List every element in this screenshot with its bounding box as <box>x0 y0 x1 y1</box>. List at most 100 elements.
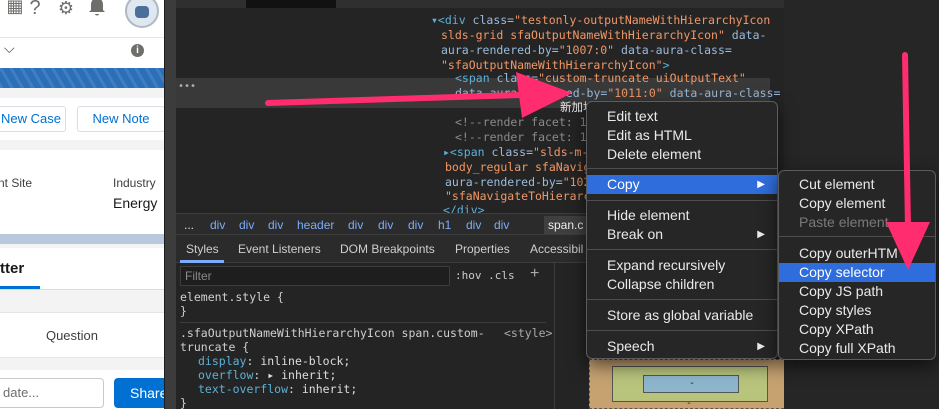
breadcrumb-item-selected[interactable]: span.c <box>544 216 588 234</box>
context-menu: Edit text Edit as HTML Delete element Co… <box>586 101 778 359</box>
menu-item-copy-js-path[interactable]: Copy JS path <box>779 282 935 301</box>
new-case-button[interactable]: New Case <box>0 106 66 132</box>
tab-styles[interactable]: Styles <box>186 242 219 256</box>
css-property[interactable]: display: inline-block; <box>198 354 350 369</box>
record-header: ⌵ i <box>0 38 164 68</box>
gear-icon[interactable]: ⚙ <box>55 0 77 20</box>
breadcrumb-item[interactable]: h1 <box>438 218 451 232</box>
menu-item-edit-text[interactable]: Edit text <box>587 107 777 126</box>
dom-attr: class= <box>496 71 539 85</box>
menu-separator <box>587 168 777 169</box>
breadcrumb-item[interactable]: ... <box>184 218 194 232</box>
breadcrumb-item[interactable]: div <box>268 218 283 232</box>
menu-item-edit-html[interactable]: Edit as HTML <box>587 126 777 145</box>
share-button[interactable]: Share <box>114 378 164 408</box>
menu-item-label: Expand recursively <box>607 257 726 273</box>
hov-cls-toggle[interactable]: :hov .cls <box>455 268 515 283</box>
menu-item-label: Hide element <box>607 207 690 223</box>
question-tab[interactable]: Question <box>0 328 144 343</box>
menu-separator <box>587 299 777 300</box>
rule-selector[interactable]: .sfaOutputNameWithHierarchyIcon span.cus… <box>180 326 485 341</box>
box-model-border: - <box>612 366 768 402</box>
dom-line[interactable]: ▾<div class="testonly-outputNameWithHier… <box>431 13 770 28</box>
menu-item-label: Copy selector <box>799 264 885 280</box>
menu-item-cut-element[interactable]: Cut element <box>779 175 935 194</box>
menu-separator <box>779 236 935 237</box>
css-property-value: inherit; <box>301 382 358 396</box>
dom-line-selected[interactable]: <span class="custom-truncate uiOutputTex… <box>455 71 746 86</box>
breadcrumb-item[interactable]: div <box>348 218 363 232</box>
rule-source-link[interactable]: <style> <box>504 326 552 341</box>
menu-item-copy-styles[interactable]: Copy styles <box>779 301 935 320</box>
bell-icon[interactable] <box>86 0 108 19</box>
menu-item-hide-element[interactable]: Hide element <box>587 206 777 225</box>
devtools-tab-active[interactable] <box>246 0 336 8</box>
menu-separator <box>587 200 777 201</box>
dom-tag: ▸<span <box>443 145 492 159</box>
publisher-input-row: date... Share <box>0 370 164 409</box>
tab-event-listeners[interactable]: Event Listeners <box>238 242 321 256</box>
dom-comment[interactable]: <!--render facet: 10 <box>455 130 593 145</box>
breadcrumb-item[interactable]: div <box>210 218 225 232</box>
menu-item-label: Delete element <box>607 146 702 162</box>
box-model-content: - <box>643 375 739 393</box>
menu-item-copy-xpath[interactable]: Copy XPath <box>779 320 935 339</box>
breadcrumb-item[interactable]: div <box>378 218 393 232</box>
grid-icon[interactable]: ▦ <box>4 0 26 18</box>
menu-item-speech[interactable]: Speech ▶ <box>587 337 777 356</box>
menu-item-collapse-children[interactable]: Collapse children <box>587 275 777 294</box>
dom-value[interactable]: "sfaNavigateToHierarch <box>445 189 597 204</box>
menu-item-copy-outerhtml[interactable]: Copy outerHTM <box>779 244 935 263</box>
tab-dom-breakpoints[interactable]: DOM Breakpoints <box>340 242 435 256</box>
css-property-name: overflow <box>198 368 254 382</box>
new-note-button[interactable]: New Note <box>77 106 164 132</box>
element-style-close: } <box>180 304 187 318</box>
tab-chatter[interactable]: tter <box>0 260 24 277</box>
more-icon[interactable]: ••• <box>178 81 196 92</box>
tab-accessibility[interactable]: Accessibil <box>530 242 583 256</box>
dom-tag: <span <box>455 71 497 85</box>
menu-item-copy[interactable]: Copy ▶ <box>587 175 777 194</box>
dom-value[interactable]: body_regular sfaNavigat <box>445 160 604 175</box>
dom-line[interactable]: slds-grid sfaOutputNameWithHierarchyIcon… <box>441 28 766 43</box>
dom-line[interactable]: aura-rendered-by="102 <box>445 175 590 190</box>
breadcrumb-item[interactable]: div <box>494 218 509 232</box>
menu-item-break-on[interactable]: Break on ▶ <box>587 225 777 244</box>
menu-item-copy-selector[interactable]: Copy selector <box>779 263 935 282</box>
menu-item-copy-full-xpath[interactable]: Copy full XPath <box>779 339 935 358</box>
menu-item-copy-element[interactable]: Copy element <box>779 194 935 213</box>
dom-value: slds-grid sfaOutputNameWithHierarchyIcon… <box>441 28 725 42</box>
rule-selector[interactable]: truncate { <box>180 340 249 355</box>
tab-properties[interactable]: Properties <box>455 242 510 256</box>
css-property-name: text-overflow <box>198 382 289 396</box>
dom-line[interactable]: ▸<span class="slds-m- <box>443 145 588 160</box>
menu-item-label: Copy outerHTM <box>799 245 898 261</box>
element-style-selector[interactable]: element.style { <box>180 290 284 305</box>
rule-close: } <box>180 396 187 409</box>
dom-attr: data-aura-rendered-by= <box>455 86 608 100</box>
dom-value: "testonly-outputNameWithHierarchyIcon <box>514 13 771 27</box>
filter-input[interactable]: Filter <box>180 266 450 286</box>
css-property[interactable]: text-overflow: inherit; <box>198 382 357 397</box>
dom-line[interactable]: aura-rendered-by="1007:0" data-aura-clas… <box>441 43 732 58</box>
menu-item-label: Store as global variable <box>607 307 754 323</box>
avatar[interactable] <box>125 0 159 28</box>
css-property[interactable]: overflow: ▸ inherit; <box>198 368 337 383</box>
breadcrumb-item[interactable]: div <box>239 218 254 232</box>
submenu-arrow-icon: ▶ <box>757 229 765 240</box>
menu-item-store-global[interactable]: Store as global variable <box>587 306 777 325</box>
panel-resizer[interactable] <box>164 0 176 409</box>
update-input[interactable]: date... <box>0 378 104 408</box>
info-icon[interactable]: i <box>131 44 144 57</box>
breadcrumb-item[interactable]: div <box>408 218 423 232</box>
menu-item-delete-element[interactable]: Delete element <box>587 145 777 164</box>
help-icon[interactable]: ? <box>24 0 46 20</box>
new-rule-button[interactable]: + <box>530 265 539 283</box>
dom-comment[interactable]: <!--render facet: 10 <box>455 115 593 130</box>
breadcrumb-item[interactable]: div <box>466 218 481 232</box>
menu-item-label: Copy JS path <box>799 283 884 299</box>
menu-item-expand-recursively[interactable]: Expand recursively <box>587 256 777 275</box>
breadcrumb-item[interactable]: header <box>297 218 334 232</box>
chevron-down-icon[interactable]: ⌵ <box>4 40 15 57</box>
dom-line-selected[interactable]: data-aura-rendered-by="1011:0" data-aura… <box>455 86 780 101</box>
